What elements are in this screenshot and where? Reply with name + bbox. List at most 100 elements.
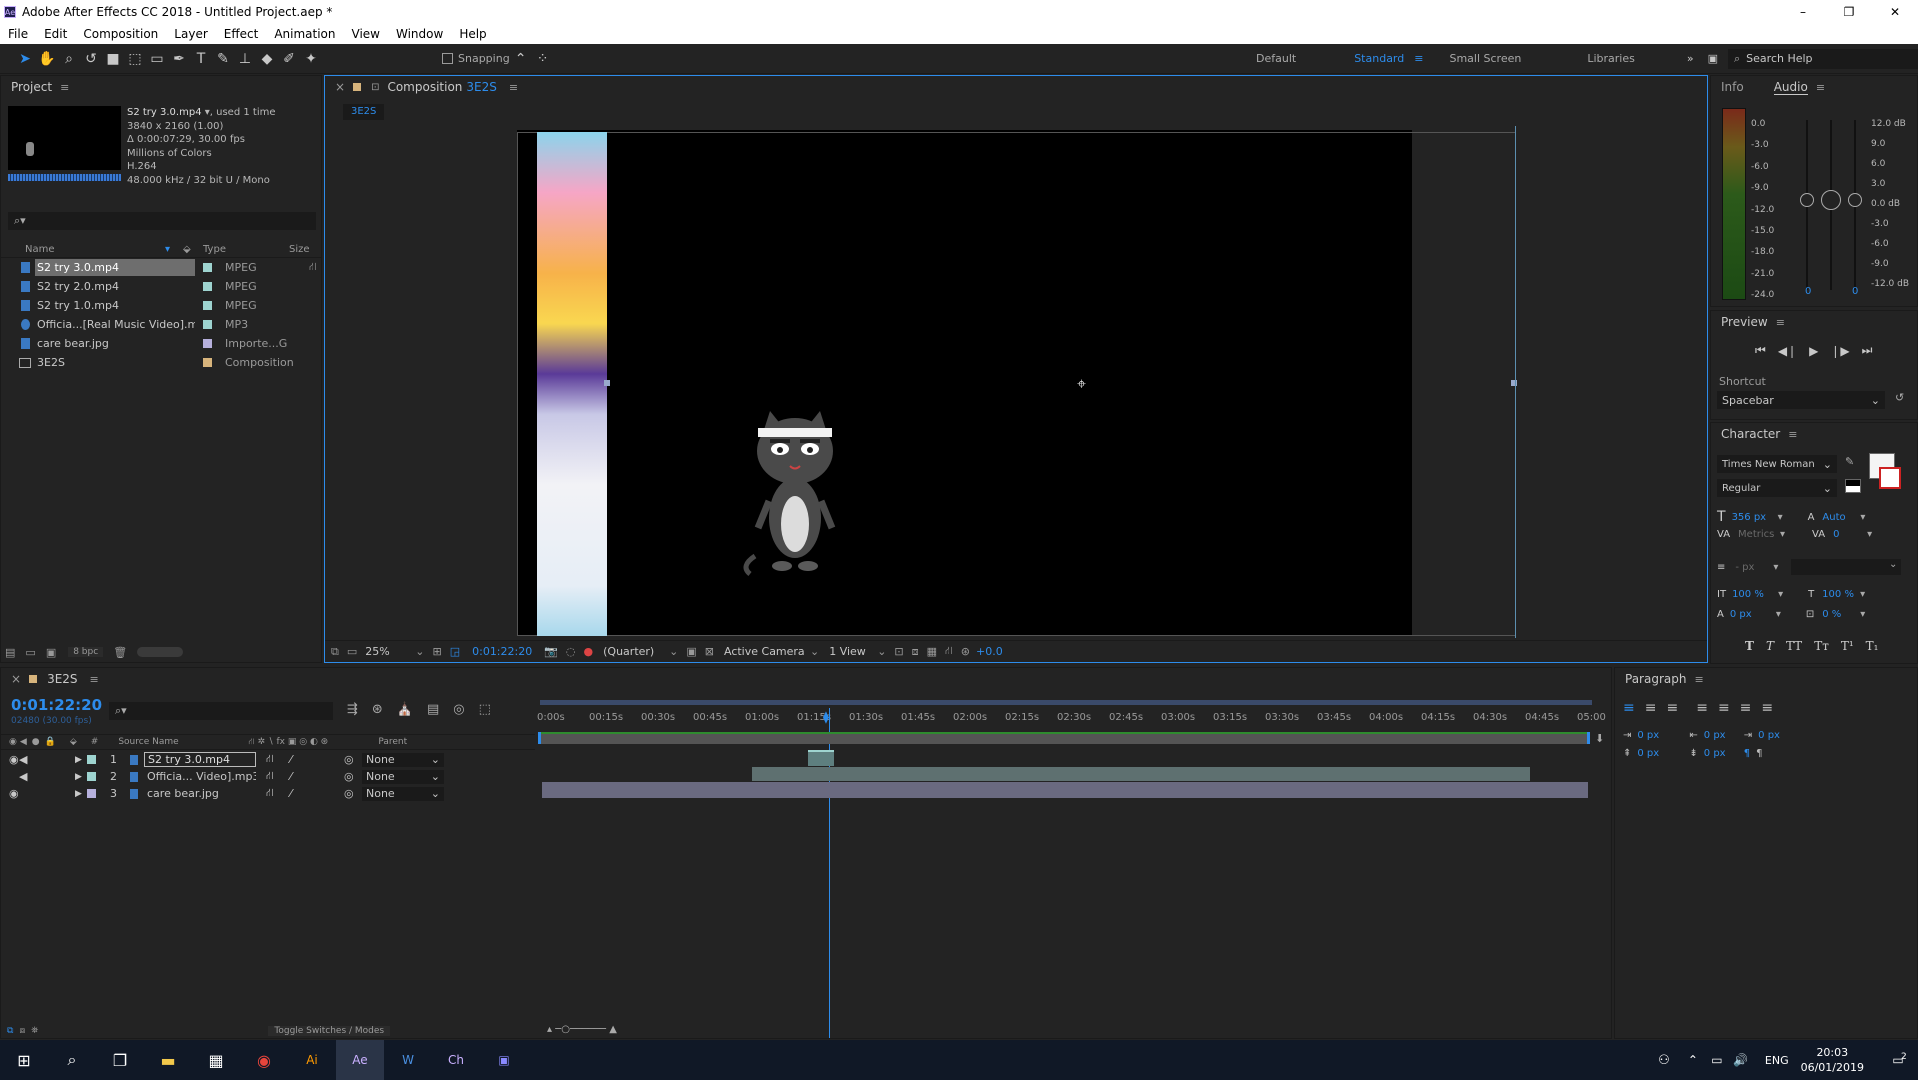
- puppet-pin-tool-icon[interactable]: ✦: [300, 48, 322, 70]
- menu-layer[interactable]: Layer: [166, 27, 215, 41]
- workspace-standard[interactable]: Standard: [1354, 52, 1404, 65]
- align-right-icon[interactable]: ≡: [1666, 700, 1678, 716]
- new-composition-icon[interactable]: ▣: [46, 646, 56, 659]
- parent-pickwhip-icon[interactable]: ◎: [344, 753, 362, 766]
- toggle-switches-modes[interactable]: Toggle Switches / Modes: [268, 1026, 391, 1036]
- people-icon[interactable]: ⚇: [1647, 1040, 1681, 1080]
- timeline-comp-tab[interactable]: 3E2S: [47, 672, 77, 686]
- comp-mini-flowchart-icon[interactable]: ⇶: [347, 702, 358, 717]
- minimize-button[interactable]: –: [1780, 5, 1826, 19]
- source-name-header[interactable]: Source Name: [118, 737, 248, 747]
- notification-icon[interactable]: ▭ 2: [1878, 1040, 1918, 1080]
- menu-effect[interactable]: Effect: [216, 27, 267, 41]
- network-icon[interactable]: ▭: [1705, 1040, 1729, 1080]
- chevron-down-icon[interactable]: ⌄: [669, 645, 678, 658]
- monitor-icon[interactable]: ▭: [347, 645, 357, 658]
- workspace-menu-icon[interactable]: ≡: [1414, 52, 1423, 65]
- play-icon[interactable]: ▶: [1809, 344, 1818, 358]
- parent-dropdown[interactable]: None ⌄: [362, 769, 444, 784]
- space-before-value[interactable]: 0 px: [1637, 748, 1689, 759]
- region-interest-icon[interactable]: ▣: [686, 645, 696, 658]
- tracking-value[interactable]: 0: [1833, 529, 1867, 540]
- new-folder-icon[interactable]: ▭: [25, 646, 35, 659]
- marker-icon[interactable]: ⬇: [1595, 732, 1604, 745]
- comp-color-icon[interactable]: [29, 675, 38, 683]
- align-left-icon[interactable]: ≡: [1623, 700, 1635, 716]
- subscript-icon[interactable]: T₁: [1866, 639, 1879, 653]
- task-view-icon[interactable]: ❐: [96, 1040, 144, 1080]
- justify-right-icon[interactable]: ≡: [1740, 700, 1752, 716]
- timeline-timecode[interactable]: 0:01:22:20: [11, 696, 102, 714]
- stroke-color-swatch[interactable]: [1879, 467, 1901, 489]
- roto-brush-tool-icon[interactable]: ✐: [278, 48, 300, 70]
- chevron-down-icon[interactable]: ▾: [1860, 609, 1865, 620]
- start-button-icon[interactable]: ⊞: [0, 1040, 48, 1080]
- audio-knob-right[interactable]: [1848, 193, 1862, 207]
- table-row[interactable]: ◉ ▶ 3 care bear.jpg ⛙ ⁄ ◎ None ⌄: [1, 785, 535, 802]
- panel-menu-icon[interactable]: ≡: [90, 673, 99, 686]
- stroke-style-dropdown[interactable]: ⌄: [1791, 559, 1902, 575]
- panel-menu-icon[interactable]: ≡: [1776, 316, 1785, 329]
- viewer-lock-icon[interactable]: ⊡: [371, 82, 379, 93]
- pen-tool-icon[interactable]: ✒: [168, 48, 190, 70]
- parent-header[interactable]: Parent: [378, 737, 407, 747]
- footer-icon-b[interactable]: ⧈: [19, 1026, 25, 1036]
- graph-editor-icon[interactable]: ⬚: [479, 702, 491, 717]
- next-frame-icon[interactable]: ❘▶: [1830, 344, 1849, 358]
- ltr-direction-icon[interactable]: ¶: [1744, 748, 1750, 759]
- rectangle-tool-icon[interactable]: ▭: [146, 48, 168, 70]
- calculator-icon[interactable]: ▦: [192, 1040, 240, 1080]
- quality-switch-icon[interactable]: ⁄: [290, 753, 344, 766]
- frame-blending-icon[interactable]: ▤: [427, 702, 439, 717]
- clock[interactable]: 20:03 06/01/2019: [1801, 1045, 1864, 1075]
- audio-icon[interactable]: ◀: [19, 770, 29, 783]
- menu-window[interactable]: Window: [388, 27, 451, 41]
- selection-tool-icon[interactable]: ➤: [14, 48, 36, 70]
- faux-bold-icon[interactable]: T: [1745, 639, 1754, 653]
- expand-arrow-icon[interactable]: ▶: [75, 755, 87, 765]
- tsume-value[interactable]: 0 %: [1822, 609, 1860, 620]
- clone-stamp-tool-icon[interactable]: ⊥: [234, 48, 256, 70]
- always-preview-icon[interactable]: ⧉: [331, 645, 339, 659]
- snap-features-icon[interactable]: ⁘: [532, 48, 554, 70]
- prev-frame-icon[interactable]: ◀❘: [1778, 344, 1797, 358]
- space-after-value[interactable]: 0 px: [1704, 748, 1744, 759]
- list-item[interactable]: Officia...[Real Music Video].mp3 MP3: [1, 315, 321, 334]
- shortcut-dropdown[interactable]: Spacebar ⌄: [1717, 391, 1885, 409]
- layer-name[interactable]: S2 try 3.0.mp4: [144, 752, 256, 767]
- panel-menu-icon[interactable]: ≡: [1788, 428, 1797, 441]
- superscript-icon[interactable]: T¹: [1841, 639, 1854, 653]
- panel-menu-icon[interactable]: ≡: [1816, 81, 1825, 94]
- exposure-icon[interactable]: ⊛: [961, 645, 970, 658]
- bpc-button[interactable]: 8 bpc: [68, 647, 104, 657]
- handle-right[interactable]: [1511, 380, 1517, 386]
- chevron-down-icon[interactable]: ▾: [1860, 512, 1865, 523]
- indent-right-value[interactable]: 0 px: [1704, 730, 1744, 741]
- menu-file[interactable]: File: [0, 27, 36, 41]
- comp-tab-label[interactable]: Composition: [387, 80, 462, 94]
- project-panel-header[interactable]: Project ≡: [1, 76, 321, 98]
- comp-timecode[interactable]: 0:01:22:20: [472, 645, 532, 658]
- more-workspaces-icon[interactable]: »: [1687, 52, 1694, 65]
- align-center-icon[interactable]: ≡: [1645, 700, 1657, 716]
- rotate-tool-icon[interactable]: ↺: [80, 48, 102, 70]
- chevron-down-icon[interactable]: ⌄: [810, 645, 819, 658]
- language-indicator[interactable]: ENG: [1765, 1054, 1789, 1067]
- font-style-dropdown[interactable]: Regular ⌄: [1717, 479, 1837, 497]
- column-size[interactable]: Size: [289, 244, 310, 255]
- chevron-down-icon[interactable]: ▾: [1778, 512, 1808, 523]
- panel-menu-icon[interactable]: ≡: [1694, 673, 1703, 686]
- show-snapshot-icon[interactable]: ◌: [566, 645, 576, 658]
- lock-icon[interactable]: [353, 83, 362, 91]
- list-item[interactable]: S2 try 3.0.mp4 MPEG ⛙: [1, 258, 321, 277]
- chevron-down-icon[interactable]: ▾: [1773, 562, 1783, 573]
- illustrator-icon[interactable]: Ai: [288, 1040, 336, 1080]
- expand-arrow-icon[interactable]: ▶: [75, 789, 87, 799]
- chevron-down-icon[interactable]: ▾: [1860, 589, 1865, 600]
- anchor-point-icon[interactable]: ⌖: [1077, 374, 1086, 394]
- collapse-switch-icon[interactable]: ⛙: [266, 786, 280, 801]
- collapse-switch-icon[interactable]: ⛙: [266, 769, 280, 784]
- toggle-pixel-icon[interactable]: ⊡: [894, 645, 903, 658]
- vertical-scale-value[interactable]: 100 %: [1732, 589, 1778, 600]
- snapshot-icon[interactable]: 📷: [544, 645, 558, 658]
